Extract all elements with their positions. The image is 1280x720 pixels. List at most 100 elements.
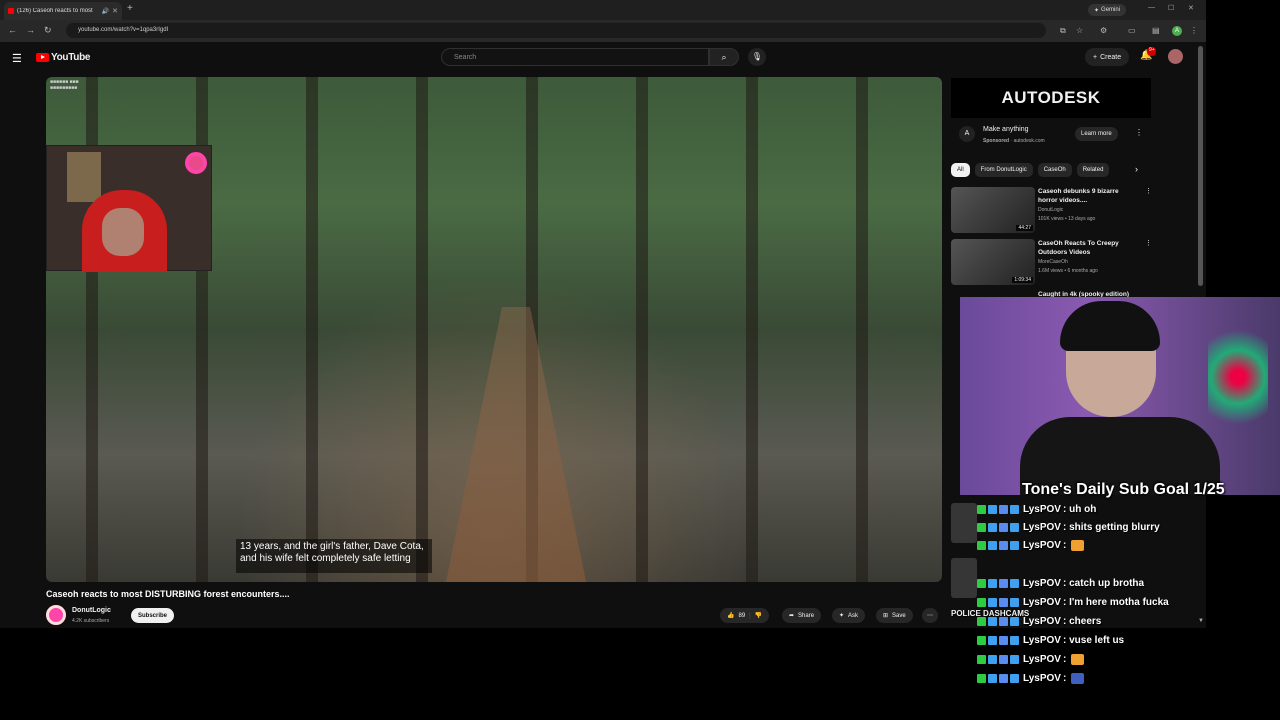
chip-related[interactable]: Related: [1076, 163, 1110, 177]
minimize-icon[interactable]: —: [1148, 4, 1155, 11]
donut-logo-icon: [185, 152, 207, 174]
chat-message: LysPOV: I'm here motha fucka: [977, 593, 1169, 611]
sponsored-ad[interactable]: AUTODESK A Make anything Sponsored · aut…: [951, 78, 1151, 148]
prime-badge-icon: [1010, 673, 1019, 683]
extensions-icon[interactable]: ⚙: [1100, 26, 1107, 35]
rec-duration: 1:09:34: [1012, 277, 1033, 283]
recommendation-item[interactable]: 44:27 Caseoh debunks 9 bizarre horror vi…: [951, 187, 1152, 233]
prime-badge-icon: [1010, 616, 1019, 626]
browser-tab[interactable]: (126) Caseoh reacts to most 🔊 ✕: [4, 2, 122, 20]
tab-search-icon[interactable]: ▤: [1152, 26, 1160, 35]
chat-text: :: [1062, 539, 1067, 551]
rec-channel[interactable]: DonutLogic: [1038, 207, 1063, 213]
bookmark-star-icon[interactable]: ☆: [1076, 26, 1083, 35]
microphone-icon: 🎙: [751, 52, 763, 61]
gift-badge-icon: [999, 616, 1008, 626]
user-avatar[interactable]: [1168, 49, 1183, 64]
ask-button[interactable]: ✦ Ask: [832, 608, 866, 623]
thumbs-down-icon[interactable]: 👎: [755, 612, 762, 619]
youtube-header: ☰ YouTube Search ⌕ 🎙 + Create 🔔 9+: [0, 44, 1206, 72]
back-icon[interactable]: ←: [8, 25, 17, 35]
rec-menu-icon[interactable]: ⋮: [1145, 187, 1152, 195]
sub-badge-icon: [988, 654, 997, 664]
mod-badge-icon: [977, 540, 986, 550]
chat-text: : catch up brotha: [1062, 577, 1145, 589]
save-button[interactable]: ⊞ Save: [876, 608, 913, 623]
rec-title[interactable]: CaseOh Reacts To Creepy Outdoors Videos: [1038, 239, 1138, 257]
menu-kebab-icon[interactable]: ⋮: [1190, 26, 1198, 35]
search-input[interactable]: Search: [441, 48, 709, 66]
rec-thumbnail[interactable]: 1:09:34: [951, 239, 1035, 285]
chat-username: LysPOV: [1023, 539, 1061, 551]
chat-message: LysPOV: shits getting blurry: [977, 518, 1160, 536]
plus-icon: +: [1093, 53, 1098, 61]
recommendation-item[interactable]: 1:09:34 CaseOh Reacts To Creepy Outdoors…: [951, 239, 1152, 285]
chat-text: : I'm here motha fucka: [1062, 596, 1169, 608]
install-app-icon[interactable]: ⧉: [1060, 26, 1066, 36]
subscribe-button[interactable]: Subscribe: [131, 608, 175, 623]
page-scrollbar[interactable]: [1198, 46, 1203, 286]
rec-thumbnail[interactable]: [951, 558, 977, 598]
chip-all[interactable]: All: [951, 163, 970, 177]
chat-message: LysPOV:: [977, 669, 1085, 687]
hamburger-menu-icon[interactable]: ☰: [12, 52, 22, 65]
thumbs-up-icon[interactable]: 👍: [727, 612, 734, 619]
profile-avatar[interactable]: A: [1172, 26, 1182, 36]
close-tab-icon[interactable]: ✕: [112, 7, 118, 15]
chat-username: LysPOV: [1023, 653, 1061, 665]
scroll-down-icon[interactable]: ▼: [1198, 618, 1204, 624]
mod-badge-icon: [977, 654, 986, 664]
create-button[interactable]: + Create: [1085, 48, 1130, 66]
sparkle-icon: ✦: [839, 613, 845, 619]
gemini-button[interactable]: ✦ Gemini: [1088, 4, 1127, 16]
youtube-logo[interactable]: YouTube: [36, 52, 91, 63]
rec-channel[interactable]: MoreCaseOh: [1038, 259, 1068, 265]
chip-from-donutlogic[interactable]: From DonutLogic: [974, 163, 1033, 177]
gift-badge-icon: [999, 522, 1008, 532]
divider: |: [749, 612, 751, 619]
rec-menu-icon[interactable]: ⋮: [1145, 239, 1152, 247]
chat-username: LysPOV: [1023, 577, 1061, 589]
rec-thumbnail[interactable]: 44:27: [951, 187, 1035, 233]
search-icon: ⌕: [721, 52, 727, 62]
tab-bar: (126) Caseoh reacts to most 🔊 ✕ + ✦ Gemi…: [0, 0, 1206, 20]
video-player[interactable]: ■■■■■■ ■■■ ■■■■■■■■■ 13 years, and the gi…: [46, 77, 942, 582]
ad-banner[interactable]: AUTODESK: [951, 78, 1151, 118]
search-button[interactable]: ⌕: [709, 48, 739, 66]
gemini-label: Gemini: [1101, 7, 1121, 13]
share-button[interactable]: ➦ Share: [782, 608, 822, 623]
rec-title[interactable]: Caseoh debunks 9 bizarre horror videos..…: [1038, 187, 1138, 205]
chevron-right-icon[interactable]: ›: [1135, 164, 1138, 174]
url-input[interactable]: youtube.com/watch?v=1qpa3rIgdI: [66, 23, 1046, 38]
forward-icon[interactable]: →: [26, 25, 35, 35]
emote-icon: [1071, 672, 1085, 684]
chat-message: LysPOV: cheers: [977, 612, 1101, 630]
more-actions-button[interactable]: ⋯: [922, 608, 938, 623]
maximize-icon[interactable]: ☐: [1168, 4, 1174, 12]
close-window-icon[interactable]: ✕: [1188, 4, 1194, 12]
youtube-favicon-icon: [8, 8, 14, 14]
mod-badge-icon: [977, 578, 986, 588]
new-tab-icon[interactable]: +: [127, 3, 133, 14]
learn-more-button[interactable]: Learn more: [1075, 127, 1118, 141]
gift-badge-icon: [999, 578, 1008, 588]
rec-thumbnail[interactable]: [951, 503, 977, 543]
sidepanel-icon[interactable]: ▭: [1128, 26, 1136, 35]
audio-icon[interactable]: 🔊: [102, 8, 109, 15]
notifications-button[interactable]: 🔔 9+: [1140, 47, 1156, 61]
ask-label: Ask: [848, 612, 859, 619]
chat-text: : shits getting blurry: [1062, 521, 1160, 533]
reload-icon[interactable]: ↻: [44, 25, 52, 36]
voice-search-button[interactable]: 🎙: [748, 48, 766, 66]
chip-caseoh[interactable]: CaseOh: [1037, 163, 1072, 177]
ad-title: Make anything: [983, 126, 1029, 133]
channel-avatar[interactable]: [46, 605, 66, 625]
chat-text: : cheers: [1062, 615, 1102, 627]
emote-icon: [1071, 539, 1085, 551]
ad-menu-icon[interactable]: ⋮: [1135, 128, 1143, 137]
notification-badge: 9+: [1147, 47, 1156, 56]
sponsored-label: Sponsored: [983, 138, 1010, 144]
sub-badge-icon: [988, 635, 997, 645]
channel-name[interactable]: DonutLogic: [72, 607, 111, 614]
chat-message: LysPOV: uh oh: [977, 500, 1096, 518]
